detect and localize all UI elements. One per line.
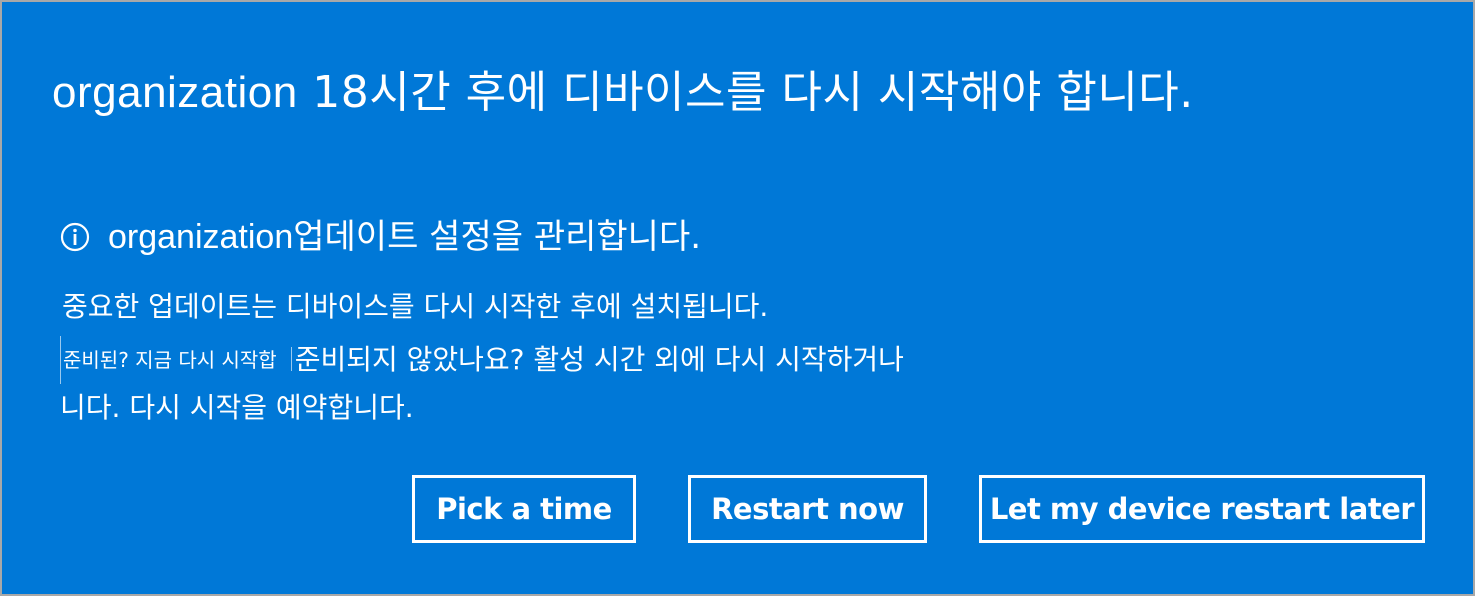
description-line-3: 니다. 다시 시작을 예약합니다. [60,391,414,424]
description-line-1: 중요한 업데이트는 디바이스를 다시 시작한 후에 설치됩니다. [62,290,769,323]
info-icon [60,222,90,252]
restart-now-button[interactable]: Restart now [688,475,927,543]
info-organization: organization [108,218,294,256]
restart-dialog: organization 18시간 후에 디바이스를 다시 시작해야 합니다. … [0,0,1475,596]
text-cursor-divider [290,347,292,371]
info-text: 업데이트 설정을 관리합니다. [293,217,702,257]
title-text: 18시간 후에 디바이스를 다시 시작해야 합니다. [297,67,1194,118]
title-organization: organization [52,68,298,117]
description-line-2: 준비되지 않았나요? 활성 시간 외에 다시 시작하거나 [294,343,904,376]
dialog-title: organization 18시간 후에 디바이스를 다시 시작해야 합니다. [52,56,1352,130]
description-small-text: 준비된? 지금 다시 시작합 [60,336,277,384]
description-body: 준비된? 지금 다시 시작합 준비되지 않았나요? 활성 시간 외에 다시 시작하… [60,336,1360,432]
pick-a-time-button[interactable]: Pick a time [412,475,636,543]
info-row: organization 업데이트 설정을 관리합니다. [60,212,701,262]
restart-later-button[interactable]: Let my device restart later [979,475,1425,543]
